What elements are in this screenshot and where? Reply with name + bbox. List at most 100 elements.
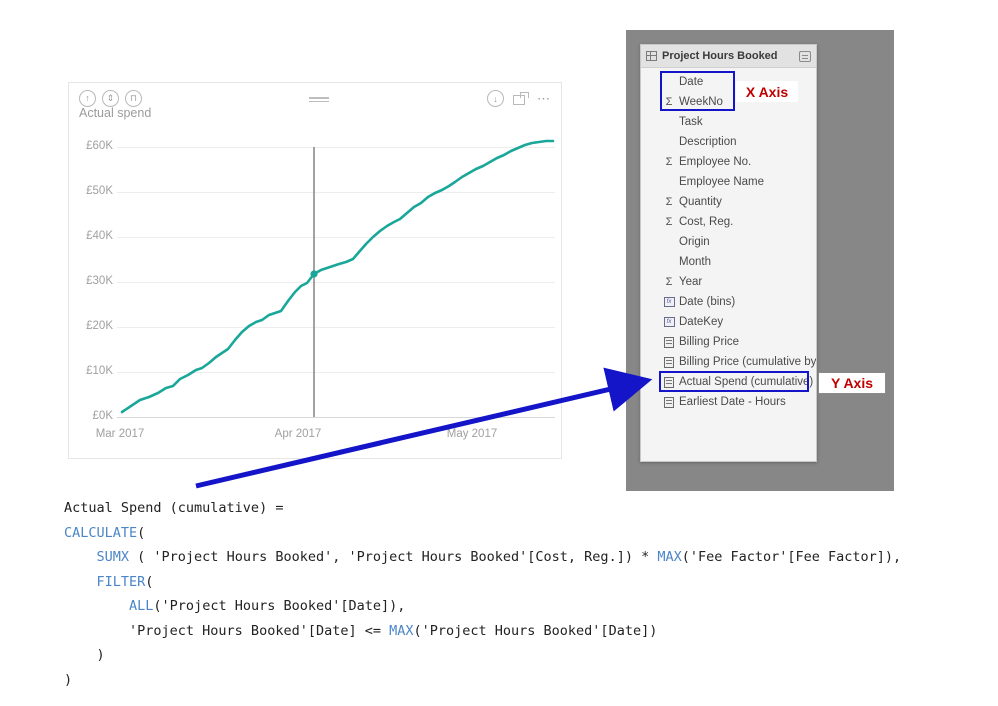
bins-icon: fx <box>663 296 675 308</box>
field-label: Employee Name <box>679 176 765 188</box>
dax-text <box>64 598 129 614</box>
field-item-billing-price[interactable]: Billing Price <box>641 332 816 352</box>
dax-keyword: MAX <box>657 549 682 565</box>
drill-controls[interactable]: ↑ ⇕ ⊓ <box>79 90 142 107</box>
focus-mode-icon[interactable] <box>513 92 529 105</box>
dax-text: ) <box>64 671 73 688</box>
y-tick-label: £10K <box>86 365 113 377</box>
screenshot-root: ↑ ⇕ ⊓ ↓ ⋯ Actual spend £60K £50K £40K £3… <box>0 0 998 706</box>
line-chart-visual[interactable]: ↑ ⇕ ⊓ ↓ ⋯ Actual spend £60K £50K £40K £3… <box>68 82 562 459</box>
dax-text: ('Project Hours Booked'[Date]), <box>153 598 406 614</box>
field-item-employee-no[interactable]: Σ Employee No. <box>641 152 816 172</box>
gridlines <box>117 147 555 373</box>
dax-text: ('Project Hours Booked'[Date]) <box>413 622 658 639</box>
dax-text: Actual Spend (cumulative) = <box>64 500 284 516</box>
field-item-description[interactable]: Description <box>641 132 816 152</box>
dax-line: FILTER( <box>64 570 901 595</box>
y-tick-label: £60K <box>86 140 113 152</box>
dax-line: ) <box>64 643 901 668</box>
y-tick-label: £20K <box>86 320 113 332</box>
drill-up-icon[interactable]: ↑ <box>79 90 96 107</box>
expand-hierarchy-icon[interactable]: ⊓ <box>125 90 142 107</box>
drill-down-toggle-icon[interactable]: ⇕ <box>102 90 119 107</box>
field-item-origin[interactable]: Origin <box>641 232 816 252</box>
field-label: DateKey <box>679 316 724 328</box>
field-label: Employee No. <box>679 156 752 168</box>
dax-line: SUMX ( 'Project Hours Booked', 'Project … <box>64 545 902 570</box>
chart-plot-area: £60K £50K £40K £30K £20K £10K £0K Mar 20… <box>69 129 563 460</box>
dax-keyword: SUMX <box>96 549 130 565</box>
y-tick-label: £30K <box>86 275 113 287</box>
dax-line: 'Project Hours Booked'[Date] <= MAX('Pro… <box>64 619 901 644</box>
sigma-icon: Σ <box>665 196 673 208</box>
x-tick-label: May 2017 <box>446 428 498 440</box>
bins-icon: fx <box>663 316 675 328</box>
dax-line: ALL('Project Hours Booked'[Date]), <box>64 594 901 619</box>
dax-keyword: CALCULATE <box>64 524 138 541</box>
chart-header-actions[interactable]: ↓ ⋯ <box>487 90 551 107</box>
field-list-header: Project Hours Booked <box>641 45 816 68</box>
field-label: Year <box>679 276 703 288</box>
field-label: Earliest Date - Hours <box>679 396 786 408</box>
dax-line: Actual Spend (cumulative) = <box>64 496 901 521</box>
y-tick-label: £50K <box>86 185 113 197</box>
more-options-icon[interactable]: ⋯ <box>537 92 551 105</box>
field-item-quantity[interactable]: Σ Quantity <box>641 192 816 212</box>
field-label: Billing Price <box>679 336 740 348</box>
field-item-earliest-date-hours[interactable]: Earliest Date - Hours <box>641 392 816 412</box>
y-tick-label: £40K <box>86 230 113 242</box>
sigma-icon: Σ <box>665 276 673 288</box>
sigma-icon: Σ <box>665 156 673 168</box>
dax-text: ) <box>64 647 105 663</box>
y-axis-field-highlight <box>659 371 809 392</box>
dax-text <box>64 574 97 590</box>
x-tick-label: Apr 2017 <box>274 428 322 440</box>
field-label: Description <box>679 136 737 148</box>
field-item-month[interactable]: Month <box>641 252 816 272</box>
dax-text: ( 'Project Hours Booked', 'Project Hours… <box>129 549 658 565</box>
hamburger-icon[interactable] <box>309 97 329 103</box>
dax-line: CALCULATE( <box>64 521 901 546</box>
series-line <box>120 139 555 414</box>
dax-keyword: FILTER <box>96 573 146 590</box>
chart-svg <box>117 139 555 418</box>
measure-icon <box>663 356 675 368</box>
field-label: Billing Price (cumulative by <box>679 356 816 368</box>
field-label: Cost, Reg. <box>679 216 734 228</box>
field-item-cost-reg[interactable]: Σ Cost, Reg. <box>641 212 816 232</box>
dax-text: ( <box>137 524 146 541</box>
series-data-point <box>310 270 318 278</box>
field-item-task[interactable]: Task <box>641 112 816 132</box>
dax-keyword: MAX <box>389 622 414 639</box>
chart-title: Actual spend <box>79 106 152 120</box>
sigma-icon: Σ <box>665 216 673 228</box>
dax-formula: Actual Spend (cumulative) = CALCULATE( SU… <box>64 496 901 692</box>
dax-keyword: ALL <box>129 598 154 614</box>
field-item-datekey[interactable]: fx DateKey <box>641 312 816 332</box>
dax-text: ('Fee Factor'[Fee Factor]), <box>681 549 902 565</box>
field-list: Date Σ WeekNo Task Description Σ Employe… <box>641 68 816 412</box>
y-tick-label: £0K <box>92 410 113 422</box>
dax-text: ( <box>145 573 154 590</box>
field-label: Date (bins) <box>679 296 736 308</box>
x-axis-field-highlight <box>660 71 735 111</box>
table-name: Project Hours Booked <box>662 50 778 62</box>
table-icon <box>646 51 657 61</box>
field-item-billing-price-cumulative[interactable]: Billing Price (cumulative by <box>641 352 816 372</box>
dax-text <box>64 549 97 565</box>
field-label: Origin <box>679 236 710 248</box>
dax-text: 'Project Hours Booked'[Date] <= <box>64 622 390 639</box>
field-item-employee-name[interactable]: Employee Name <box>641 172 816 192</box>
collapse-icon[interactable] <box>799 50 811 62</box>
field-item-date-bins[interactable]: fx Date (bins) <box>641 292 816 312</box>
x-axis-annotation: X Axis <box>736 81 798 102</box>
field-item-year[interactable]: Σ Year <box>641 272 816 292</box>
chart-header: ↑ ⇕ ⊓ ↓ ⋯ Actual spend <box>69 83 561 129</box>
field-label: Quantity <box>679 196 722 208</box>
y-axis-annotation: Y Axis <box>818 372 886 394</box>
download-icon[interactable]: ↓ <box>487 90 504 107</box>
field-label: Month <box>679 256 711 268</box>
measure-icon <box>663 336 675 348</box>
x-tick-label: Mar 2017 <box>95 428 145 440</box>
dax-line: ) <box>64 668 901 693</box>
